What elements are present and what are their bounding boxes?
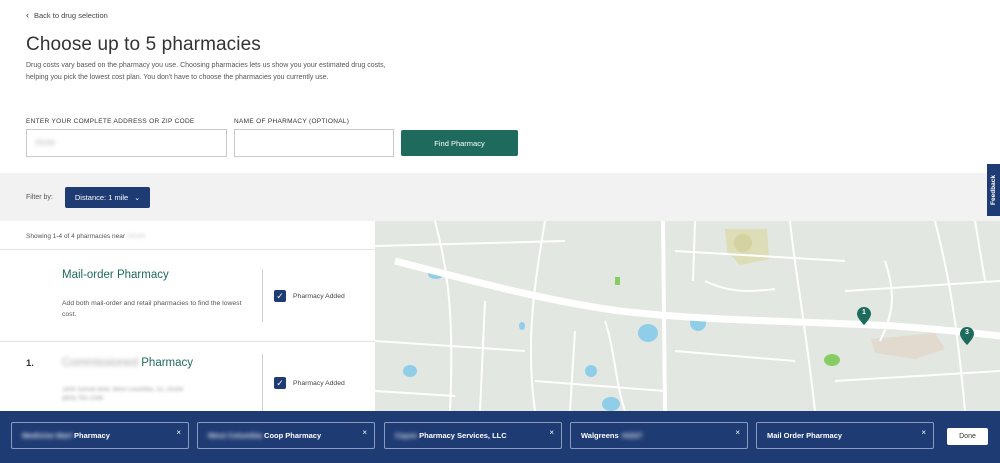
address-input-value: 29169 xyxy=(35,139,55,147)
selected-pharmacy-chip[interactable]: Mail Order Pharmacy × xyxy=(756,422,934,449)
close-icon[interactable]: × xyxy=(921,428,926,437)
pharmacy-1-added-checkbox[interactable]: ✓ Pharmacy Added xyxy=(274,377,345,389)
done-button[interactable]: Done xyxy=(947,428,988,445)
selected-pharmacies-tray: Medicine Mart Pharmacy × West Columbia C… xyxy=(0,411,1000,463)
address-input[interactable]: 29169 xyxy=(26,129,227,157)
divider xyxy=(0,249,375,250)
pharmacy-1-phone: (803) 791-1046 xyxy=(62,396,104,402)
divider xyxy=(0,341,375,342)
marker-label: 3 xyxy=(965,329,969,336)
results-count-text: Showing 1-4 of 4 pharmacies near xyxy=(26,233,126,240)
distance-filter-dropdown[interactable]: Distance: 1 mile ⌄ xyxy=(65,187,150,208)
address-label: ENTER YOUR COMPLETE ADDRESS OR ZIP CODE xyxy=(26,118,195,125)
pharmacy-list: Showing 1-4 of 4 pharmacies near 29169 M… xyxy=(0,221,375,411)
results-count: Showing 1-4 of 4 pharmacies near 29169 xyxy=(26,233,145,240)
selected-pharmacy-chip[interactable]: Walgreens #2227 × xyxy=(570,422,748,449)
selected-pharmacy-chip[interactable]: Medicine Mart Pharmacy × xyxy=(11,422,189,449)
pharmacy-1-name-suffix: Pharmacy xyxy=(141,357,194,369)
close-icon[interactable]: × xyxy=(362,428,367,437)
chip-name: Pharmacy xyxy=(74,431,110,440)
mail-order-title: Mail-order Pharmacy xyxy=(62,269,169,281)
close-icon[interactable]: × xyxy=(176,428,181,437)
divider xyxy=(262,354,263,411)
pharmacy-map[interactable]: 1 3 xyxy=(375,221,1000,411)
filter-label: Filter by: xyxy=(26,194,53,201)
map-marker-3[interactable]: 3 xyxy=(960,327,974,345)
chip-name: Coop Pharmacy xyxy=(264,431,322,440)
checkmark-icon: ✓ xyxy=(274,377,286,389)
divider xyxy=(262,269,263,322)
chip-name-blurred: Cayce xyxy=(395,431,418,440)
chevron-down-icon: ⌄ xyxy=(134,194,141,202)
pharmacy-1-address: 1806 Sunset Blvd, West Columbia, SC 2916… xyxy=(62,386,183,404)
selected-pharmacy-chip[interactable]: West Columbia Coop Pharmacy × xyxy=(197,422,375,449)
chip-name: Mail Order Pharmacy xyxy=(767,431,843,440)
page-description: Drug costs vary based on the pharmacy yo… xyxy=(26,62,386,81)
chip-name: Walgreens xyxy=(581,431,619,440)
back-link-label: Back to drug selection xyxy=(34,11,108,20)
pharmacy-1-name-blurred: Commissioned xyxy=(62,357,139,369)
chip-name: Pharmacy Services, LLC xyxy=(419,431,507,440)
pharmacy-1-address-line1: 1806 Sunset Blvd, West Columbia, SC 2916… xyxy=(62,387,183,393)
mail-order-status: Pharmacy Added xyxy=(293,292,345,300)
marker-label: 1 xyxy=(862,309,866,316)
chevron-left-icon: ‹ xyxy=(26,10,29,20)
pharmacy-name-input[interactable] xyxy=(234,129,394,157)
map-marker-1[interactable]: 1 xyxy=(857,307,871,325)
back-to-drug-selection-link[interactable]: ‹ Back to drug selection xyxy=(26,10,108,21)
feedback-tab[interactable]: Feedback xyxy=(987,164,1000,216)
checkmark-icon: ✓ xyxy=(274,290,286,302)
chip-name-blurred: Medicine Mart xyxy=(22,431,73,440)
distance-filter-label: Distance: 1 mile xyxy=(74,193,129,202)
pharmacy-number: 1. xyxy=(26,358,34,369)
map-canvas xyxy=(375,221,1000,411)
selected-pharmacy-chip[interactable]: Cayce Pharmacy Services, LLC × xyxy=(384,422,562,449)
find-pharmacy-button[interactable]: Find Pharmacy xyxy=(401,130,518,156)
page-title: Choose up to 5 pharmacies xyxy=(26,34,261,55)
pharmacy-1-title[interactable]: Commissioned Pharmacy xyxy=(62,357,193,369)
results-zip: 29169 xyxy=(126,233,145,240)
close-icon[interactable]: × xyxy=(735,428,740,437)
chip-name-blurred: #2227 xyxy=(621,431,643,440)
mail-order-added-checkbox[interactable]: ✓ Pharmacy Added xyxy=(274,290,345,302)
chip-name-blurred: West Columbia xyxy=(208,431,263,440)
mail-order-description: Add both mail-order and retail pharmacie… xyxy=(62,300,242,318)
pharmacy-name-label: NAME OF PHARMACY (OPTIONAL) xyxy=(234,118,350,125)
close-icon[interactable]: × xyxy=(549,428,554,437)
pharmacy-1-status: Pharmacy Added xyxy=(293,379,345,387)
filter-bar: Filter by: Distance: 1 mile ⌄ xyxy=(0,173,1000,221)
